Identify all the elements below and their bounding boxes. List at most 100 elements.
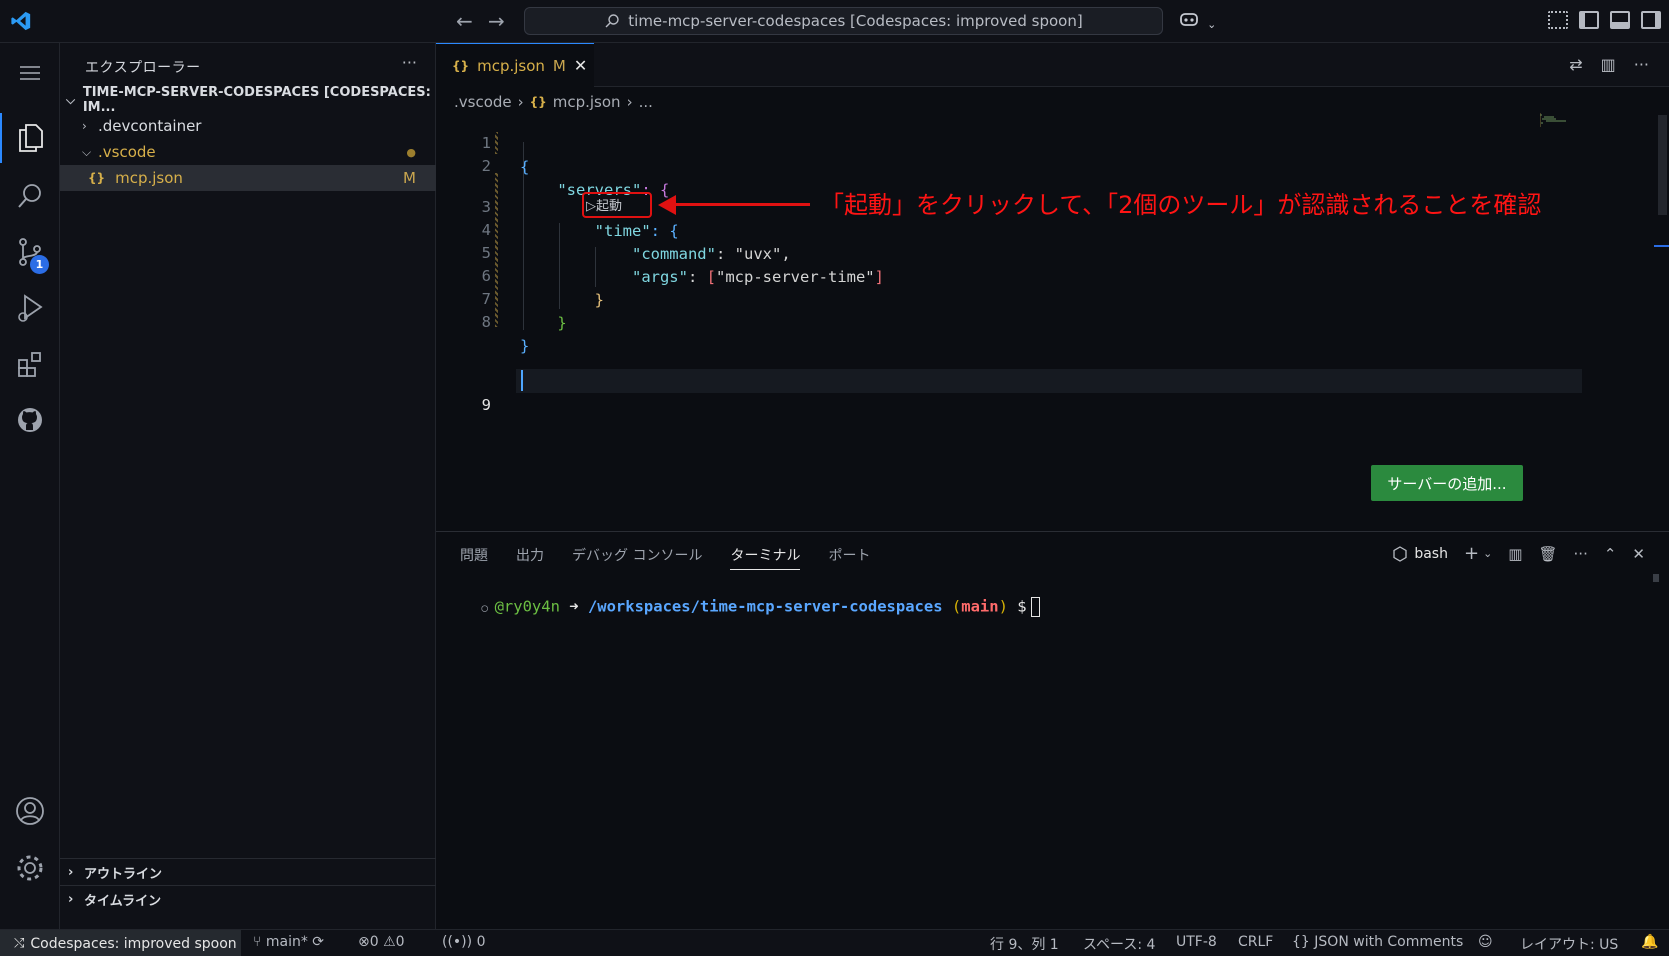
tab-ports[interactable]: ポート (828, 545, 870, 570)
end-of-line[interactable]: CRLF (1238, 934, 1273, 950)
split-terminal-icon[interactable]: ▥ (1508, 545, 1522, 563)
editor-tab-bar: {} mcp.json M ✕ ⇄ ▥ ··· (436, 43, 1669, 87)
code-line[interactable]: 2 "servers": { (436, 130, 1669, 199)
timeline-label: タイムライン (84, 893, 162, 909)
warning-icon: ⚠ (383, 934, 396, 950)
scrollbar-thumb[interactable] (1658, 115, 1667, 215)
json-file-icon: {} (452, 58, 470, 73)
remote-label: Codespaces: improved spoon (30, 935, 237, 952)
forward-arrow-icon[interactable]: → (488, 9, 505, 33)
code-token: } (557, 314, 567, 332)
tab-terminal[interactable]: ターミナル (730, 545, 801, 570)
folder-label: .vscode (98, 143, 156, 161)
add-server-button[interactable]: サーバーの追加... (1371, 465, 1523, 501)
customize-layout-icon[interactable] (1548, 11, 1568, 29)
tab-modified-status: M (552, 56, 566, 75)
terminal-prompt-symbol: $ (1017, 597, 1027, 616)
toggle-secondary-sidebar-icon[interactable] (1641, 11, 1661, 29)
vscode-logo-icon (11, 11, 31, 31)
remote-indicator[interactable]: ⤭ Codespaces: improved spoon (0, 930, 241, 956)
scrollbar-cursor-marker (1654, 245, 1669, 247)
tab-problems[interactable]: 問題 (460, 545, 488, 570)
code-line[interactable]: 5 "args": ["mcp-server-time"] (436, 217, 1669, 286)
terminal-branch-close: ) (998, 597, 1008, 616)
outline-section[interactable]: › アウトライン (60, 858, 436, 885)
editor-scrollbar[interactable] (1654, 115, 1669, 395)
menu-icon[interactable] (0, 48, 60, 98)
new-terminal-plus-icon[interactable]: + (1464, 543, 1479, 564)
error-icon: ⊗ (358, 934, 370, 950)
shell-name: bash (1414, 545, 1448, 562)
accounts-icon[interactable] (0, 786, 60, 836)
chevron-right-icon: › (68, 864, 74, 880)
tab-mcp-json[interactable]: {} mcp.json M ✕ (436, 43, 594, 87)
language-mode[interactable]: {} JSON with Comments (1292, 934, 1463, 950)
source-control-icon[interactable]: 1 (0, 227, 60, 277)
copilot-status-icon[interactable]: ☺ (1478, 934, 1493, 950)
close-icon[interactable]: ✕ (574, 56, 587, 75)
outline-label: アウトライン (84, 866, 163, 882)
sync-icon: ⟳ (312, 934, 325, 950)
copilot-menu[interactable]: ⌄ (1178, 10, 1216, 32)
ports-status[interactable]: ((•)) 0 (442, 934, 485, 950)
chevron-down-icon[interactable]: ⌄ (1483, 547, 1492, 560)
panel-tabs: 問題 出力 デバッグ コンソール ターミナル ポート (460, 545, 870, 570)
chevron-right-icon: › (82, 119, 87, 133)
cursor-position[interactable]: 行 9、列 1 (990, 934, 1059, 954)
command-center-search[interactable]: time-mcp-server-codespaces [Codespaces: … (524, 7, 1163, 35)
explorer-title: エクスプローラー (85, 60, 201, 76)
chevron-down-icon: ⌵ (82, 144, 92, 159)
search-icon[interactable] (0, 171, 60, 221)
status-bar: ⤭ Codespaces: improved spoon ⑂ main* ⟳ ⊗… (0, 929, 1669, 956)
run-and-debug-icon[interactable] (0, 283, 60, 333)
ports-count: 0 (476, 934, 486, 950)
folder-vscode[interactable]: ⌵ .vscode ● (60, 139, 436, 165)
code-line[interactable]: 9 (436, 369, 1669, 414)
code-line[interactable]: 6 } (436, 240, 1669, 309)
branch-status[interactable]: ⑂ main* ⟳ (253, 934, 324, 950)
close-panel-icon[interactable]: ✕ (1632, 545, 1645, 563)
bell-icon[interactable]: 🔔 (1641, 934, 1658, 950)
keyboard-layout[interactable]: レイアウト: US (1520, 934, 1618, 954)
encoding[interactable]: UTF-8 (1176, 934, 1217, 950)
terminal-cursor (1030, 597, 1040, 617)
toggle-panel-icon[interactable] (1610, 11, 1630, 29)
code-line[interactable]: 1 { (436, 107, 1669, 176)
file-mcp-json[interactable]: {} mcp.json M (60, 165, 436, 191)
more-actions-icon[interactable]: ··· (1574, 545, 1588, 563)
extensions-icon[interactable] (0, 339, 60, 389)
code-line[interactable]: 4 "command": "uvx", (436, 194, 1669, 263)
code-line[interactable]: 8 } (436, 286, 1669, 355)
terminal-prompt-line[interactable]: ○ @ry0y4n ➜ /workspaces/time-mcp-server-… (444, 579, 1040, 635)
tab-output[interactable]: 出力 (516, 545, 544, 570)
tab-label: mcp.json (477, 56, 545, 75)
open-changes-icon[interactable]: ⇄ (1569, 55, 1582, 74)
error-count: 0 (369, 934, 379, 950)
tab-debug-console[interactable]: デバッグ コンソール (572, 545, 702, 570)
workspace-root[interactable]: ⌵ TIME-MCP-SERVER-CODESPACES [CODESPACES… (60, 85, 436, 115)
folder-label: .devcontainer (98, 117, 202, 135)
minimap[interactable] (1540, 113, 1588, 127)
toggle-primary-sidebar-icon[interactable] (1579, 11, 1599, 29)
modified-status: M (403, 169, 416, 187)
split-editor-icon[interactable]: ▥ (1601, 55, 1616, 74)
terminal-scrollbar[interactable] (1653, 574, 1659, 582)
more-actions-icon[interactable]: ··· (1634, 55, 1649, 74)
github-icon[interactable] (0, 395, 60, 445)
problems-status[interactable]: ⊗0 ⚠0 (358, 934, 405, 950)
settings-gear-icon[interactable] (0, 843, 60, 893)
back-arrow-icon[interactable]: ← (456, 9, 473, 33)
file-label: mcp.json (115, 169, 183, 187)
explorer-icon[interactable] (0, 113, 60, 163)
code-line[interactable]: 7 } (436, 263, 1669, 332)
folder-devcontainer[interactable]: › .devcontainer (60, 113, 436, 139)
more-actions-icon[interactable]: ··· (402, 53, 417, 72)
text-cursor (521, 370, 523, 391)
editor-area: {} mcp.json M ✕ ⇄ ▥ ··· .vscode › {} mcp… (436, 43, 1669, 531)
maximize-panel-icon[interactable]: ⌃ (1604, 545, 1617, 563)
timeline-section[interactable]: › タイムライン (60, 885, 436, 912)
terminal-profile[interactable]: bash (1392, 546, 1448, 562)
code-line[interactable]: 3 "time": { (436, 171, 1669, 240)
trash-icon[interactable]: 🗑 (1538, 545, 1557, 563)
indentation[interactable]: スペース: 4 (1083, 934, 1155, 954)
